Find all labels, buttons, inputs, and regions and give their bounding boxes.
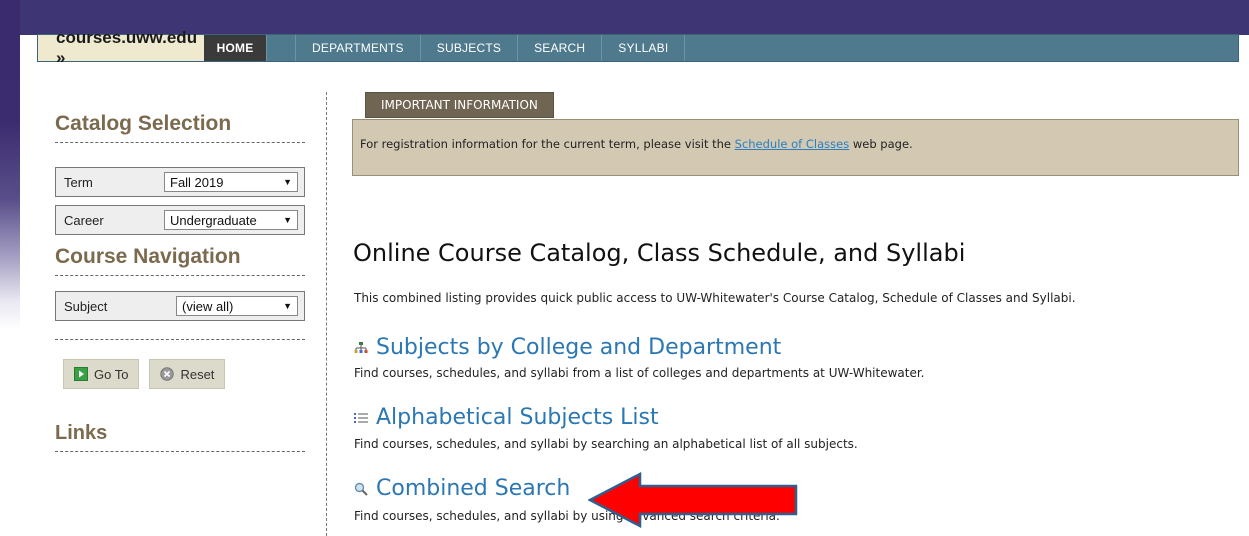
site-home-link[interactable]: courses.uww.edu » bbox=[38, 28, 204, 67]
reset-button[interactable]: Reset bbox=[149, 359, 226, 389]
subjects-by-college-title: Subjects by College and Department bbox=[376, 335, 782, 360]
org-chart-icon bbox=[354, 341, 368, 353]
nav-subjects[interactable]: SUBJECTS bbox=[421, 35, 519, 61]
career-row: Career Undergraduate ▼ bbox=[55, 205, 305, 235]
subject-select[interactable]: (view all) ▼ bbox=[176, 296, 298, 316]
vertical-separator bbox=[326, 92, 327, 536]
reset-icon bbox=[160, 367, 175, 381]
combined-search-title: Combined Search bbox=[376, 476, 571, 501]
course-navigation-heading: Course Navigation bbox=[55, 245, 305, 276]
dropdown-arrow-icon: ▼ bbox=[283, 215, 292, 225]
page-title: Online Course Catalog, Class Schedule, a… bbox=[353, 239, 966, 267]
go-to-label: Go To bbox=[94, 366, 129, 382]
top-banner bbox=[20, 0, 1249, 35]
page: courses.uww.edu » HOME DEPARTMENTS SUBJE… bbox=[20, 0, 1249, 536]
sidebar-divider bbox=[55, 329, 305, 340]
catalog-selection-heading: Catalog Selection bbox=[55, 112, 305, 143]
dropdown-arrow-icon: ▼ bbox=[283, 301, 292, 311]
sidebar: Catalog Selection Term Fall 2019 ▼ Caree… bbox=[55, 62, 305, 452]
career-select[interactable]: Undergraduate ▼ bbox=[164, 210, 298, 230]
important-info-text: For registration information for the cur… bbox=[360, 137, 913, 151]
subject-row: Subject (view all) ▼ bbox=[55, 291, 305, 321]
dropdown-arrow-icon: ▼ bbox=[283, 177, 292, 187]
info-text-after: web page. bbox=[849, 137, 913, 151]
subjects-by-college-link[interactable]: Subjects by College and Department bbox=[354, 335, 781, 360]
nav-search[interactable]: SEARCH bbox=[518, 35, 603, 61]
career-value: Undergraduate bbox=[170, 212, 257, 228]
links-heading: Links bbox=[55, 422, 305, 452]
intro-text: This combined listing provides quick pub… bbox=[354, 291, 1076, 305]
nav-home[interactable]: HOME bbox=[204, 35, 267, 61]
term-value: Fall 2019 bbox=[170, 174, 224, 190]
red-arrow-annotation bbox=[588, 472, 798, 528]
subject-value: (view all) bbox=[182, 298, 234, 314]
term-select[interactable]: Fall 2019 ▼ bbox=[164, 172, 298, 192]
alphabetical-subjects-link[interactable]: Alphabetical Subjects List bbox=[354, 405, 659, 430]
search-icon bbox=[354, 482, 368, 496]
alphabetical-subjects-title: Alphabetical Subjects List bbox=[376, 405, 659, 430]
info-text-before: For registration information for the cur… bbox=[360, 137, 735, 151]
alphabetical-subjects-desc: Find courses, schedules, and syllabi by … bbox=[354, 437, 858, 451]
term-row: Term Fall 2019 ▼ bbox=[55, 167, 305, 197]
nav-departments[interactable]: DEPARTMENTS bbox=[295, 35, 421, 61]
important-info-tab: IMPORTANT INFORMATION bbox=[365, 92, 554, 118]
nav-buttons: Go To Reset bbox=[63, 359, 305, 389]
schedule-of-classes-link[interactable]: Schedule of Classes bbox=[735, 137, 850, 151]
combined-search-link[interactable]: Combined Search bbox=[354, 476, 570, 501]
nav-syllabi[interactable]: SYLLABI bbox=[602, 35, 686, 61]
go-icon bbox=[74, 367, 88, 381]
list-icon bbox=[354, 412, 368, 423]
career-label: Career bbox=[64, 212, 104, 228]
subject-label: Subject bbox=[64, 298, 108, 314]
go-to-button[interactable]: Go To bbox=[63, 359, 140, 389]
subjects-by-college-desc: Find courses, schedules, and syllabi fro… bbox=[354, 366, 925, 380]
main-nav: courses.uww.edu » HOME DEPARTMENTS SUBJE… bbox=[37, 28, 1239, 67]
reset-label: Reset bbox=[180, 366, 215, 382]
term-label: Term bbox=[64, 174, 93, 190]
